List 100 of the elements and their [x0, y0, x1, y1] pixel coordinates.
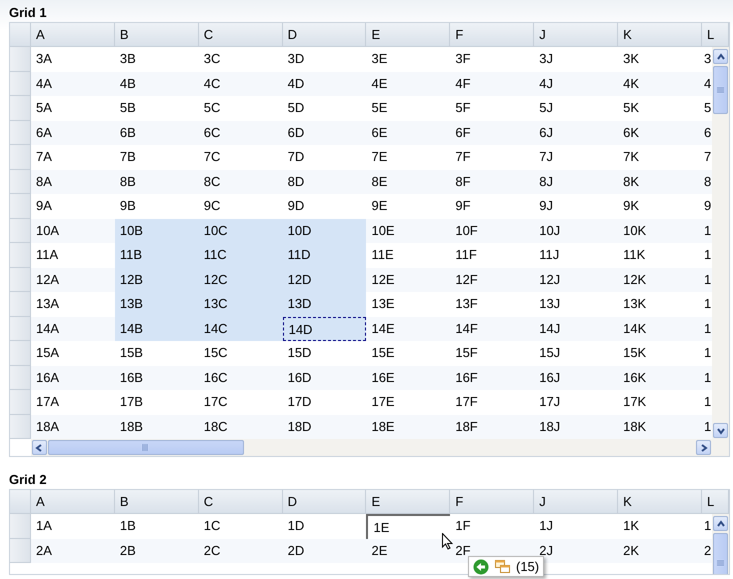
horizontal-scrollbar[interactable]	[30, 439, 712, 456]
table-cell[interactable]: 4D	[282, 72, 366, 96]
table-cell[interactable]: 6B	[114, 120, 199, 145]
table-cell[interactable]: 13E	[366, 292, 450, 316]
table-cell[interactable]: 10F	[450, 218, 534, 243]
table-cell[interactable]: 14B	[114, 316, 199, 341]
column-header[interactable]: D	[282, 23, 366, 47]
table-cell[interactable]: 1	[702, 268, 712, 292]
table-cell[interactable]: 10K	[618, 218, 702, 243]
table-cell[interactable]: 17D	[282, 390, 366, 414]
table-cell[interactable]: 5D	[282, 96, 366, 120]
table-cell[interactable]: 18J	[534, 414, 618, 439]
table-cell[interactable]: 16C	[198, 366, 283, 390]
table-cell[interactable]: 10B	[114, 218, 199, 243]
table-cell[interactable]: 18D	[282, 414, 366, 439]
table-cell[interactable]: 8K	[618, 170, 702, 194]
table-cell[interactable]: 17E	[366, 390, 450, 414]
table-cell[interactable]: 12E	[366, 268, 450, 292]
table-cell[interactable]: 10C	[198, 218, 283, 243]
column-header[interactable]: K	[618, 490, 702, 514]
table-cell[interactable]: 14F	[450, 316, 534, 341]
table-cell[interactable]: 2	[702, 538, 712, 563]
table-cell[interactable]: 4F	[450, 72, 534, 96]
row-header[interactable]	[10, 170, 31, 194]
table-cell[interactable]: 14D	[282, 316, 366, 341]
table-cell[interactable]: 11A	[30, 243, 115, 268]
table-cell[interactable]: 13F	[450, 292, 534, 316]
table-cell[interactable]: 10A	[30, 218, 115, 243]
row-header[interactable]	[10, 243, 31, 268]
table-cell[interactable]: 9J	[534, 194, 618, 218]
column-header[interactable]: D	[282, 490, 366, 514]
table-cell[interactable]: 1C	[198, 514, 283, 538]
table-cell[interactable]: 18B	[114, 414, 199, 439]
table-cell[interactable]: 17J	[534, 390, 618, 414]
column-header[interactable]: A	[30, 23, 115, 47]
table-cell[interactable]: 16K	[618, 366, 702, 390]
table-cell[interactable]: 4K	[618, 72, 702, 96]
table-cell[interactable]: 3F	[450, 47, 534, 72]
table-cell[interactable]: 14J	[534, 316, 618, 341]
table-cell[interactable]: 14A	[30, 316, 115, 341]
column-header[interactable]: L	[702, 23, 729, 47]
table-cell[interactable]: 11D	[282, 243, 366, 268]
table-cell[interactable]: 18K	[618, 414, 702, 439]
table-cell[interactable]: 15E	[366, 341, 450, 366]
table-cell[interactable]: 7D	[282, 145, 366, 170]
row-header[interactable]	[10, 316, 31, 341]
table-cell[interactable]: 2K	[618, 538, 702, 563]
table-cell[interactable]: 1K	[618, 514, 702, 538]
table-cell[interactable]: 17K	[618, 390, 702, 414]
table-cell[interactable]: 3K	[618, 47, 702, 72]
table-cell[interactable]: 1	[702, 414, 712, 439]
table-cell[interactable]: 6D	[282, 120, 366, 145]
column-header[interactable]: J	[534, 23, 618, 47]
table-cell[interactable]: 11F	[450, 243, 534, 268]
table-cell[interactable]: 17A	[30, 390, 115, 414]
table-cell[interactable]: 16F	[450, 366, 534, 390]
table-cell[interactable]: 17C	[198, 390, 283, 414]
table-cell[interactable]: 4C	[198, 72, 283, 96]
row-header[interactable]	[10, 194, 31, 218]
table-cell[interactable]: 2B	[114, 538, 199, 563]
table-cell[interactable]: 3J	[534, 47, 618, 72]
table-cell[interactable]: 2C	[198, 538, 283, 563]
column-header[interactable]: B	[114, 490, 199, 514]
table-cell[interactable]: 7J	[534, 145, 618, 170]
table-cell[interactable]: 18E	[366, 414, 450, 439]
vertical-scrollbar[interactable]	[712, 47, 729, 439]
table-cell[interactable]: 1	[702, 514, 712, 538]
row-header[interactable]	[10, 218, 31, 243]
table-cell[interactable]: 2A	[30, 538, 115, 563]
column-header[interactable]: E	[366, 490, 450, 514]
table-cell[interactable]: 18C	[198, 414, 283, 439]
table-cell[interactable]: 7A	[30, 145, 115, 170]
row-header[interactable]	[10, 96, 31, 120]
table-cell[interactable]: 15C	[198, 341, 283, 366]
table-cell[interactable]: 1	[702, 243, 712, 268]
table-cell[interactable]: 3	[702, 47, 712, 72]
table-cell[interactable]: 17F	[450, 390, 534, 414]
row-header[interactable]	[10, 268, 31, 292]
table-cell[interactable]: 8C	[198, 170, 283, 194]
table-cell[interactable]: 6	[702, 120, 712, 145]
table-cell[interactable]: 16D	[282, 366, 366, 390]
table-cell[interactable]: 13D	[282, 292, 366, 316]
scroll-down-button[interactable]	[713, 423, 728, 438]
row-header[interactable]	[10, 145, 31, 170]
table-cell[interactable]: 1J	[534, 514, 618, 538]
table-cell[interactable]: 13J	[534, 292, 618, 316]
column-header[interactable]: J	[534, 490, 618, 514]
table-cell[interactable]: 4J	[534, 72, 618, 96]
table-cell[interactable]: 6F	[450, 120, 534, 145]
table-cell[interactable]: 1	[702, 218, 712, 243]
table-cell[interactable]: 6J	[534, 120, 618, 145]
table-cell[interactable]: 15B	[114, 341, 199, 366]
row-header[interactable]	[10, 390, 31, 414]
table-cell[interactable]: 8A	[30, 170, 115, 194]
table-cell[interactable]: 4B	[114, 72, 199, 96]
column-header[interactable]: L	[702, 490, 729, 514]
row-header[interactable]	[10, 72, 31, 96]
table-cell[interactable]: 6E	[366, 120, 450, 145]
table-cell[interactable]: 4E	[366, 72, 450, 96]
table-cell[interactable]: 1	[702, 366, 712, 390]
